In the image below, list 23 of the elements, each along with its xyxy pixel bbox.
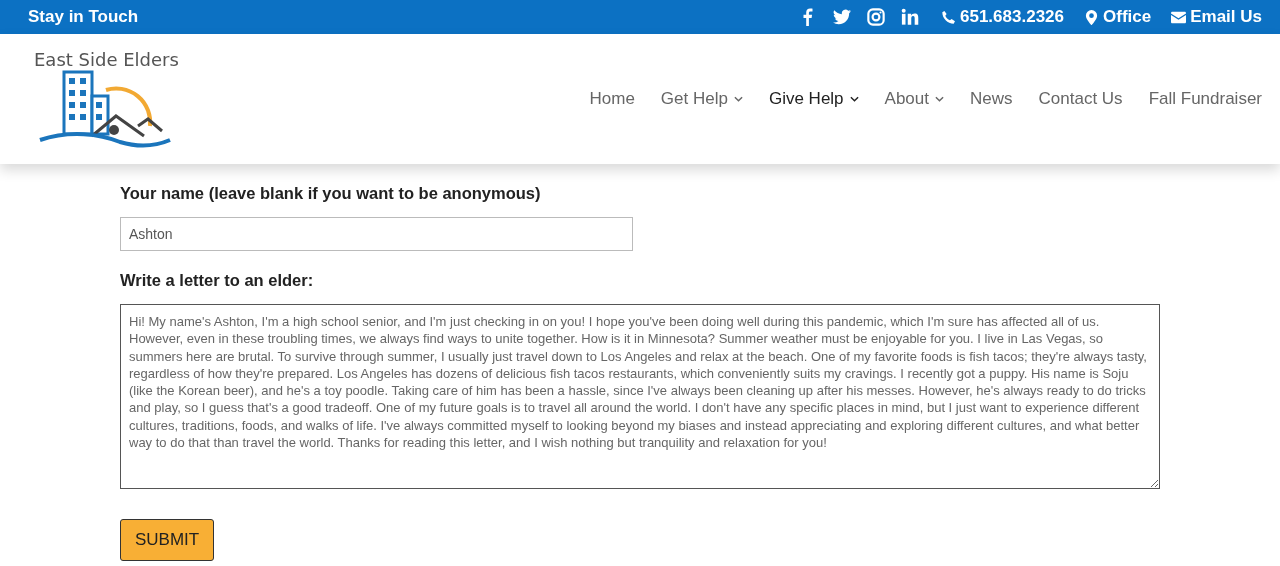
- name-field[interactable]: Ashton: [120, 217, 633, 251]
- nav-link[interactable]: About: [884, 89, 944, 109]
- map-pin-icon: [1084, 9, 1099, 25]
- letter-field[interactable]: Hi! My name's Ashton, I'm a high school senior, and I'm just checking in on you! I hope you've been doing well during this pandemic, which I'm sure has affected all of us. However, even in these troubling times, we always find ways to unite together. How is it in Minnesota? Summer weather must be enjoyable for you. I live in Las Vegas, so summers here are brutal. To survive through summer, I usually just travel down to Los Angeles and relax at the beach. One of my favorite foods is fish tacos; they're always tasty, regardless of how they're prepared. Los Angeles has dozens of delicious fish tacos restaurants, which conveniently suits my cravings. I recently got a puppy. His name is Soju (like the Korean beer), and he's a toy poodle. Taking care of him has been a hassle, since I've always been cleaning up after his messes. However, he's always ready to do tricks and play, so I guess that's a good tradeoff. One of my future goals is to travel all around the world. I don't have any specific places in mind, but I just want to experience different cultures, traditions, foods, and walks of life. I've always committed myself to looking beyond my biases and instead appreciating and exploring different cultures, and what better way to do that than travel the world. Thanks for reading this letter, and I wish nothing but tranquility and relaxation for you!: [120, 304, 1160, 489]
- top-bar-title: Stay in Touch: [28, 7, 139, 27]
- contact-link[interactable]: Email Us: [1171, 7, 1262, 27]
- nav-link[interactable]: Give Help: [768, 89, 859, 109]
- contact-link[interactable]: 651.683.2326: [941, 7, 1064, 27]
- name-label: Your name (leave blank if you want to be anonymous): [120, 184, 541, 203]
- nav-link[interactable]: Home: [589, 89, 635, 109]
- contact-link[interactable]: Office: [1084, 7, 1152, 27]
- logo-text: East Side Elders: [34, 48, 179, 70]
- nav-link[interactable]: News: [970, 89, 1013, 109]
- phone-icon: [941, 9, 956, 25]
- nav-link[interactable]: Get Help: [660, 89, 743, 109]
- nav-link[interactable]: Contact Us: [1038, 89, 1123, 109]
- letter-label: Write a letter to an elder:: [120, 271, 314, 290]
- linkedin-icon[interactable]: [901, 8, 919, 26]
- twitter-icon[interactable]: [833, 8, 851, 26]
- envelope-icon: [1171, 9, 1187, 25]
- instagram-icon[interactable]: [867, 8, 885, 26]
- submit-button[interactable]: SUBMIT: [120, 519, 215, 561]
- nav-link[interactable]: Fall Fundraiser: [1148, 89, 1262, 109]
